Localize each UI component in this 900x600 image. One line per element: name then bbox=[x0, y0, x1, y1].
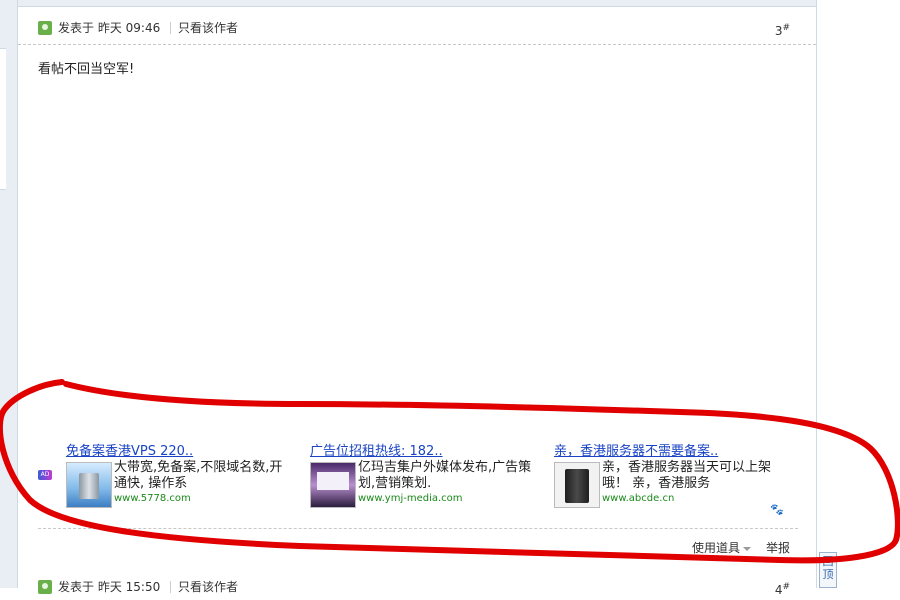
floor-number: 4# bbox=[775, 577, 790, 600]
left-divider bbox=[17, 0, 18, 588]
post-header: 发表于 昨天 09:46 只看该作者 3# bbox=[38, 18, 790, 38]
ad-title[interactable]: 亲，香港服务器不需要备案.. bbox=[554, 440, 718, 459]
left-side-tab[interactable] bbox=[0, 48, 6, 190]
user-icon bbox=[38, 21, 52, 35]
next-post-header: 发表于 昨天 15:50 只看该作者 4# bbox=[38, 577, 790, 597]
only-author-link[interactable]: 只看该作者 bbox=[178, 577, 238, 597]
ad-block: AD 免备案香港VPS 220.. 大带宽,免备案,不限域名数,开通快, 操作系… bbox=[38, 440, 790, 520]
ad-url[interactable]: www.5778.com bbox=[114, 493, 191, 504]
header-separator bbox=[170, 22, 171, 34]
caret-down-icon bbox=[743, 546, 752, 551]
ad-description: 亿玛吉集户外媒体发布,广告策划,营销策划. bbox=[358, 460, 532, 491]
ad-description: 亲，香港服务器当天可以上架哦！ 亲，香港服务 bbox=[602, 460, 772, 491]
server-tower-image[interactable] bbox=[554, 462, 600, 508]
floor-mark: # bbox=[782, 23, 790, 33]
use-tools-label: 使用道具 bbox=[692, 541, 741, 555]
back-to-top-button[interactable]: 回顶 bbox=[819, 552, 837, 588]
ad-description: 大带宽,免备案,不限域名数,开通快, 操作系 bbox=[114, 460, 283, 491]
post-content: 看帖不回当空军! bbox=[38, 62, 135, 77]
ad-title[interactable]: 广告位招租热线: 182.. bbox=[310, 440, 443, 459]
post-time: 发表于 昨天 15:50 bbox=[58, 580, 161, 594]
ad-badge: AD bbox=[38, 470, 52, 480]
server-rack-image[interactable] bbox=[66, 462, 112, 508]
header-divider bbox=[18, 44, 816, 45]
floor-mark: # bbox=[782, 582, 790, 592]
right-divider bbox=[816, 0, 817, 588]
floor-number: 3# bbox=[775, 18, 790, 41]
ad-item-3[interactable]: 亲，香港服务器不需要备案.. 亲，香港服务器当天可以上架哦！ 亲，香港服务 ww… bbox=[554, 440, 784, 512]
footer-divider bbox=[38, 528, 798, 529]
billboard-image[interactable] bbox=[310, 462, 356, 508]
report-link[interactable]: 举报 bbox=[766, 539, 790, 556]
user-icon bbox=[38, 580, 52, 594]
ad-url[interactable]: www.ymj-media.com bbox=[358, 493, 463, 504]
ad-item-2[interactable]: 广告位招租热线: 182.. 亿玛吉集户外媒体发布,广告策划,营销策划. www… bbox=[310, 440, 540, 512]
ad-url[interactable]: www.abcde.cn bbox=[602, 493, 674, 504]
paw-icon[interactable]: 🐾 bbox=[770, 504, 784, 516]
ad-title[interactable]: 免备案香港VPS 220.. bbox=[66, 440, 193, 459]
post-time: 发表于 昨天 09:46 bbox=[58, 21, 161, 35]
top-border bbox=[18, 0, 816, 7]
only-author-link[interactable]: 只看该作者 bbox=[178, 18, 238, 38]
use-tools-menu[interactable]: 使用道具 bbox=[692, 539, 752, 556]
ad-item-1[interactable]: 免备案香港VPS 220.. 大带宽,免备案,不限域名数,开通快, 操作系 ww… bbox=[66, 440, 296, 512]
header-separator bbox=[170, 581, 171, 593]
